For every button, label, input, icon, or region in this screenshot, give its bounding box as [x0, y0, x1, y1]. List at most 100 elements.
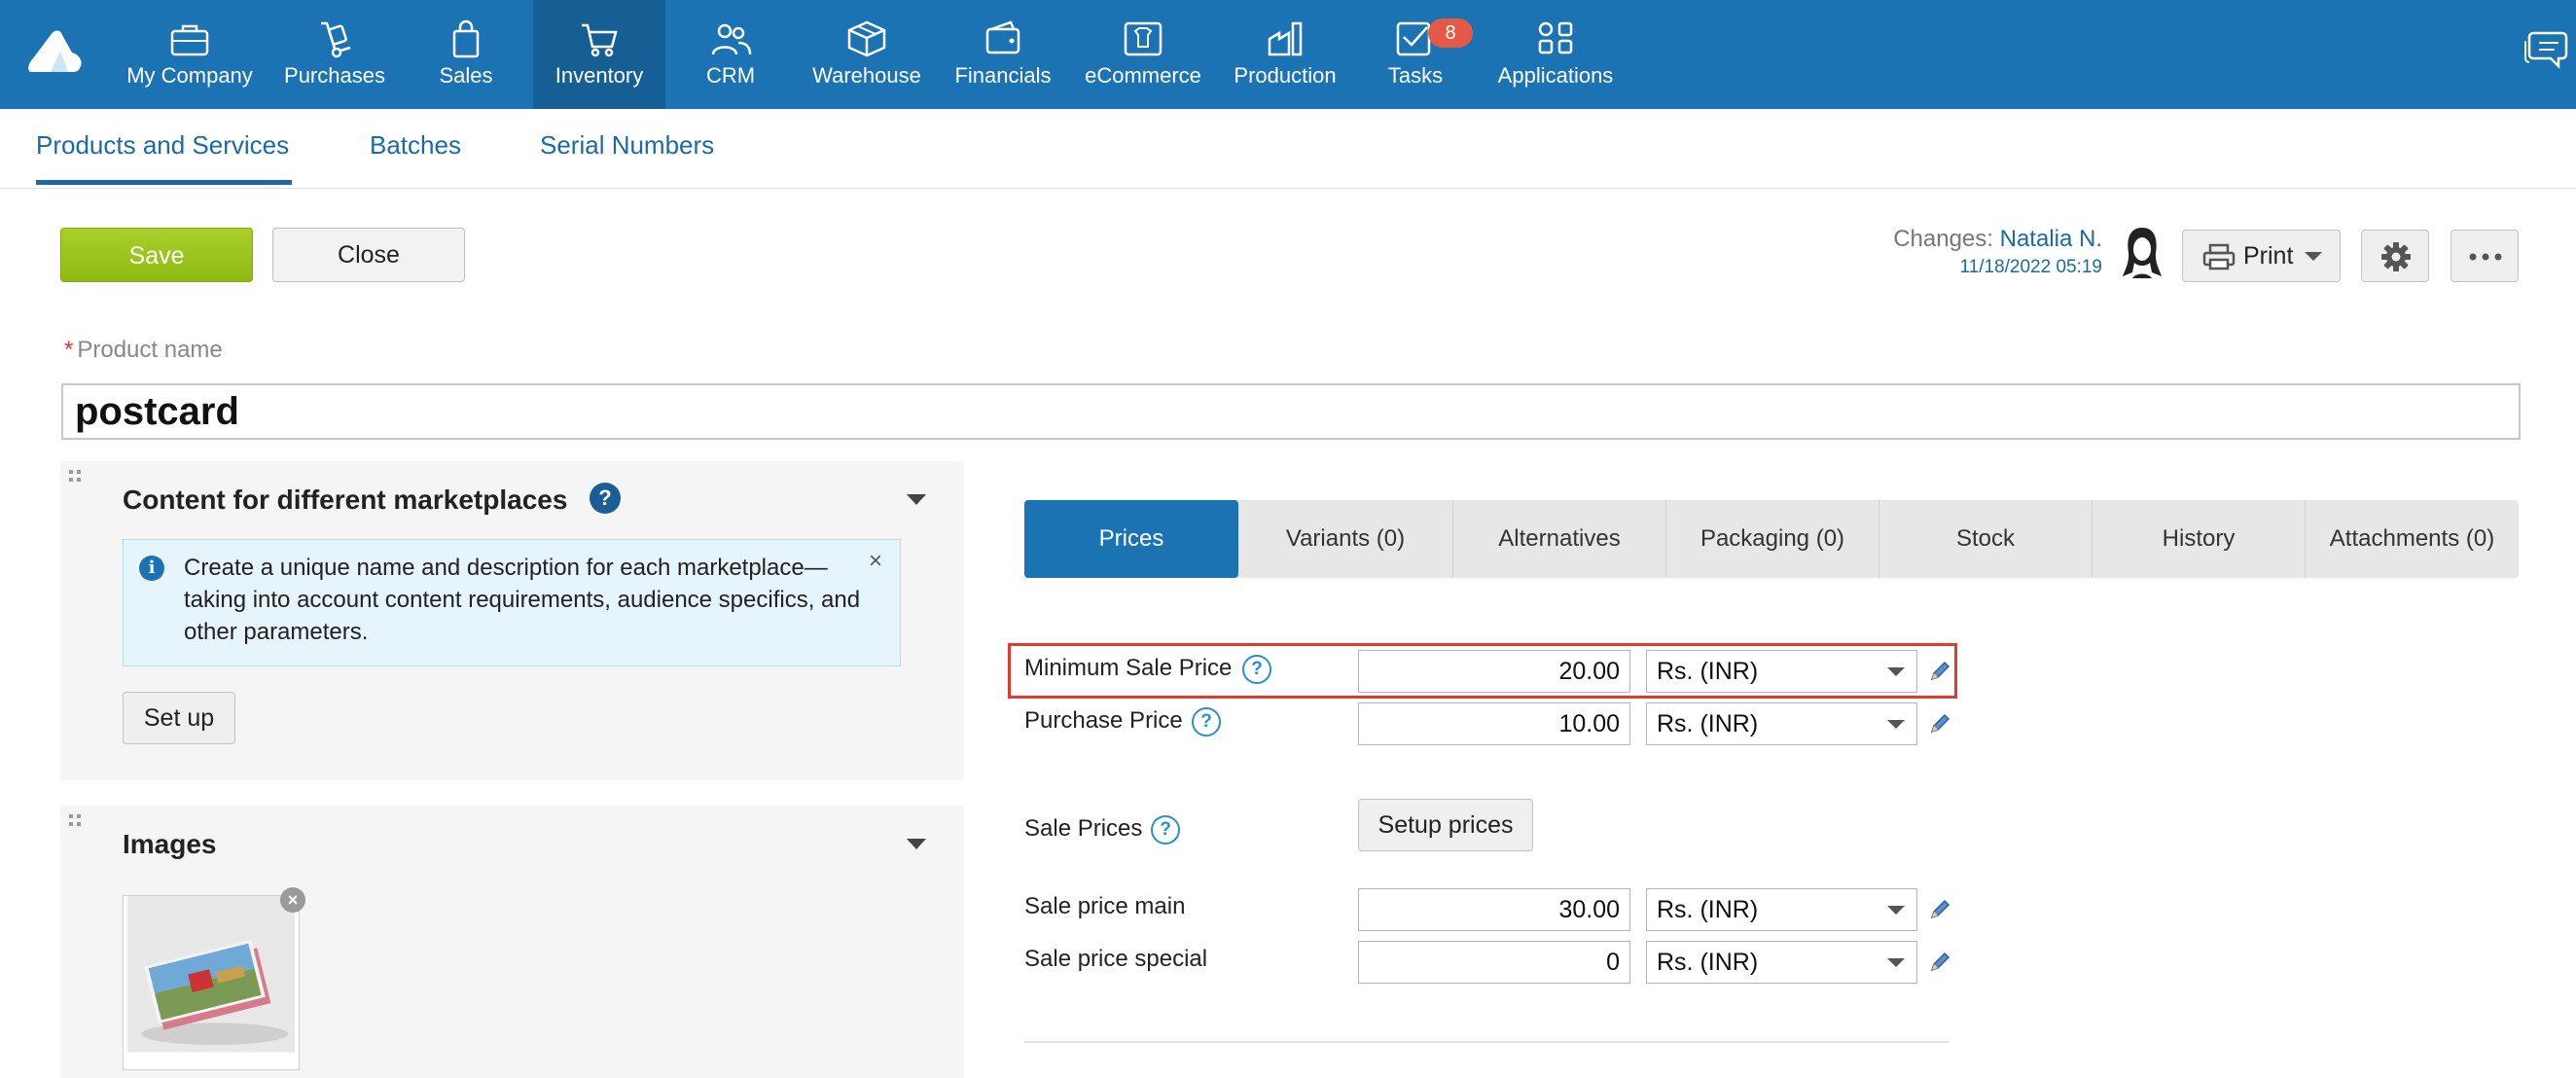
more-options-button[interactable] — [2451, 230, 2519, 282]
nav-label: CRM — [705, 63, 756, 88]
min-sale-currency-select[interactable]: Rs. (INR) — [1646, 650, 1917, 693]
nav-my-company[interactable]: My Company — [115, 0, 265, 109]
sale-price-main-label: Sale price main — [1024, 893, 1186, 919]
wallet-icon — [985, 20, 1020, 54]
nav-applications[interactable]: Applications — [1481, 0, 1630, 109]
print-label: Print — [2243, 242, 2294, 270]
setup-button[interactable]: Set up — [123, 692, 235, 744]
sale-main-currency-select[interactable]: Rs. (INR) — [1646, 888, 1917, 931]
pencil-icon[interactable] — [1928, 898, 1951, 921]
nav-label: Purchases — [284, 63, 385, 88]
nav-production[interactable]: Production — [1224, 0, 1346, 109]
sale-price-special-input[interactable] — [1358, 941, 1630, 984]
active-subtab-indicator — [36, 180, 292, 185]
currency-value: Rs. (INR) — [1657, 658, 1759, 685]
changes-user-link[interactable]: Natalia N. — [2000, 226, 2102, 252]
product-name-label: * Product name — [64, 337, 223, 363]
tab-alternatives[interactable]: Alternatives — [1452, 500, 1665, 578]
chevron-down-icon — [1887, 720, 1905, 729]
nav-label: Applications — [1497, 63, 1614, 88]
min-sale-price-input[interactable] — [1358, 650, 1630, 693]
help-icon[interactable]: ? — [1192, 707, 1221, 737]
nav-label: Financials — [954, 63, 1052, 88]
info-icon: i — [139, 556, 164, 581]
avatar[interactable] — [2121, 224, 2164, 282]
subtab-serial-numbers[interactable]: Serial Numbers — [540, 130, 714, 161]
tasks-count-badge: 8 — [1428, 18, 1473, 48]
product-name-input[interactable] — [61, 383, 2521, 440]
currency-value: Rs. (INR) — [1657, 949, 1759, 976]
nav-crm[interactable]: CRM — [673, 0, 788, 109]
sale-prices-label: Sale Prices — [1024, 815, 1143, 842]
marketplaces-panel: Content for different marketplaces ? i C… — [60, 461, 963, 780]
tab-variants[interactable]: Variants (0) — [1238, 500, 1452, 578]
pencil-icon[interactable] — [1928, 951, 1951, 974]
nav-sales[interactable]: Sales — [409, 0, 523, 109]
remove-image-icon[interactable]: × — [280, 887, 305, 913]
info-box: i Create a unique name and description f… — [123, 539, 901, 666]
chat-icon[interactable] — [2523, 27, 2568, 70]
help-icon[interactable]: ? — [1151, 815, 1180, 844]
panel-title: Images — [123, 829, 217, 859]
tab-history[interactable]: History — [2092, 500, 2305, 578]
people-icon — [711, 23, 752, 55]
min-sale-price-label: Minimum Sale Price — [1024, 655, 1233, 681]
tab-prices[interactable]: Prices — [1024, 500, 1238, 578]
section-divider — [1024, 1041, 1949, 1043]
nav-inventory[interactable]: Inventory — [533, 0, 665, 109]
subtab-batches[interactable]: Batches — [370, 130, 461, 161]
close-button[interactable]: Close — [272, 228, 465, 282]
tab-attachments[interactable]: Attachments (0) — [2305, 500, 2519, 578]
close-icon[interactable]: × — [869, 548, 882, 575]
factory-icon — [1268, 21, 1303, 56]
chevron-down-icon — [1887, 667, 1905, 676]
shopping-bag-icon — [452, 19, 480, 58]
settings-button[interactable] — [2361, 230, 2429, 282]
nav-ecommerce[interactable]: eCommerce — [1072, 0, 1214, 109]
printer-icon — [2202, 243, 2236, 270]
nav-warehouse[interactable]: Warehouse — [800, 0, 934, 109]
drag-handle-icon[interactable] — [68, 813, 82, 827]
hand-truck-icon — [321, 21, 351, 58]
product-image-thumbnail[interactable] — [123, 895, 300, 1070]
sale-special-currency-select[interactable]: Rs. (INR) — [1646, 941, 1917, 984]
postcard-image — [127, 896, 295, 1053]
purchase-price-input[interactable] — [1358, 702, 1630, 745]
collapse-chevron-icon[interactable] — [907, 494, 926, 505]
sale-price-main-input[interactable] — [1358, 888, 1630, 931]
nav-label: Sales — [439, 63, 493, 88]
sub-navigation: Products and Services Batches Serial Num… — [0, 109, 2576, 189]
change-info: Changes: Natalia N. 11/18/2022 05:19 — [1893, 226, 2102, 278]
tab-stock[interactable]: Stock — [1878, 500, 2092, 578]
pencil-icon[interactable] — [1928, 712, 1951, 736]
print-button[interactable]: Print — [2182, 230, 2341, 282]
gear-icon — [2381, 242, 2411, 271]
chevron-down-icon — [1887, 958, 1905, 967]
subtab-products-and-services[interactable]: Products and Services — [36, 130, 289, 161]
storefront-icon — [1124, 21, 1163, 56]
collapse-chevron-icon[interactable] — [907, 839, 926, 849]
sale-price-special-label: Sale price special — [1024, 946, 1208, 972]
nav-label: Tasks — [1387, 63, 1444, 88]
drag-handle-icon[interactable] — [68, 469, 82, 483]
tab-packaging[interactable]: Packaging (0) — [1665, 500, 1878, 578]
product-tabs: Prices Variants (0) Alternatives Packagi… — [1024, 500, 2519, 578]
nav-label: Production — [1234, 63, 1337, 88]
help-icon[interactable]: ? — [1242, 655, 1271, 684]
currency-value: Rs. (INR) — [1657, 710, 1759, 737]
help-icon[interactable]: ? — [590, 483, 621, 514]
setup-prices-button[interactable]: Setup prices — [1358, 799, 1533, 851]
nav-tasks[interactable]: Tasks — [1360, 0, 1471, 109]
pencil-icon[interactable] — [1928, 660, 1951, 683]
apps-grid-icon — [1538, 21, 1573, 54]
top-navigation: My Company Purchases Sales Inventory CRM… — [0, 0, 2576, 109]
nav-label: Inventory — [555, 63, 644, 88]
nav-financials[interactable]: Financials — [944, 0, 1062, 109]
info-text: Create a unique name and description for… — [184, 555, 861, 645]
cart-icon — [582, 23, 618, 57]
purchase-currency-select[interactable]: Rs. (INR) — [1646, 702, 1917, 745]
save-button[interactable]: Save — [60, 228, 253, 282]
app-logo-icon[interactable] — [27, 29, 84, 74]
chevron-down-icon — [1887, 906, 1905, 915]
nav-purchases[interactable]: Purchases — [272, 0, 397, 109]
